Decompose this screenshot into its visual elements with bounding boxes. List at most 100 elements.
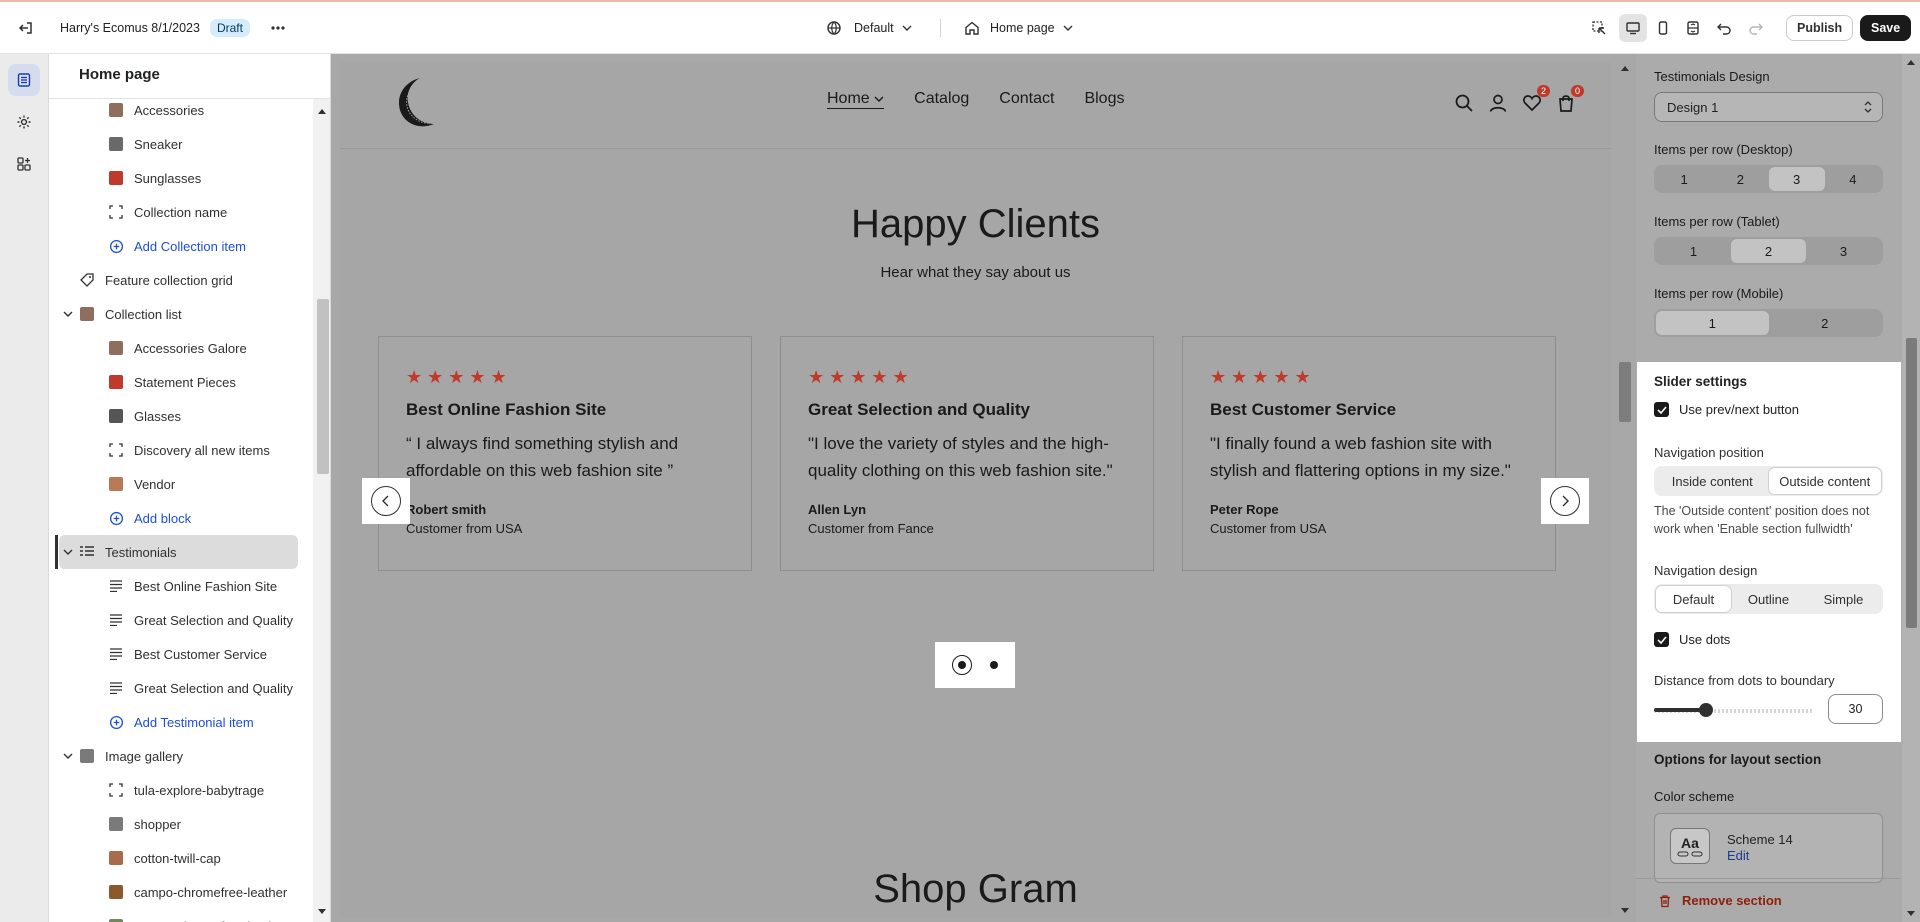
tree-item[interactable]: Accessories Galore [49, 331, 299, 365]
sections-icon[interactable] [8, 64, 40, 96]
apps-icon[interactable] [8, 148, 40, 180]
scroll-down-icon[interactable] [1906, 910, 1916, 918]
checkbox-checked-icon [1654, 632, 1669, 647]
tree-item[interactable]: shopper [49, 807, 299, 841]
color-scheme-picker[interactable]: Aa Scheme 14 Edit [1654, 813, 1883, 883]
use-dots-checkbox[interactable]: Use dots [1654, 632, 1730, 647]
tree-item[interactable]: Accessories [49, 93, 299, 127]
scheme-edit-link[interactable]: Edit [1727, 848, 1749, 863]
save-button[interactable]: Save [1860, 15, 1912, 41]
tree-item[interactable]: campo-chromefree-leather [49, 875, 299, 909]
tree-item[interactable]: Best Online Fashion Site [49, 569, 299, 603]
publish-button[interactable]: Publish [1786, 15, 1854, 41]
settings-gear-icon[interactable] [8, 106, 40, 138]
scrollbar-thumb[interactable] [1906, 338, 1917, 628]
next-slide-button[interactable] [1541, 478, 1589, 524]
tree-item[interactable]: Glasses [49, 399, 299, 433]
tree-item[interactable]: Sneaker [49, 127, 299, 161]
wishlist[interactable]: 2 [1522, 85, 1550, 116]
scroll-down-icon[interactable] [1620, 907, 1630, 915]
tree-item[interactable]: tula-explore-babytrage [49, 773, 299, 807]
prev-slide-button[interactable] [362, 478, 410, 524]
scroll-up-icon[interactable] [1906, 58, 1916, 66]
inspector-icon[interactable] [1585, 14, 1613, 42]
add-testimonial-item-button[interactable]: Add Testimonial item [49, 705, 299, 739]
scroll-down-icon[interactable] [317, 908, 327, 916]
option-default[interactable]: Default [1656, 586, 1731, 612]
tree-item[interactable]: Feature collection grid [49, 263, 299, 297]
settings-scrollbar[interactable] [1902, 54, 1920, 922]
moon-logo-icon[interactable] [390, 74, 446, 132]
tree-item[interactable]: cotton-twill-cap [49, 841, 299, 875]
option-2[interactable]: 2 [1769, 311, 1882, 335]
tree-item[interactable]: Sunglasses [49, 161, 299, 195]
testimonial-card[interactable]: ★★★★★ Great Selection and Quality "I lov… [780, 336, 1154, 571]
tree-item[interactable]: Vendor [49, 467, 299, 501]
testimonial-card[interactable]: ★★★★★ Best Online Fashion Site “ I alway… [378, 336, 752, 571]
option-inside-content[interactable]: Inside content [1656, 468, 1769, 494]
scroll-up-icon[interactable] [1620, 64, 1630, 72]
option-4[interactable]: 4 [1825, 167, 1881, 191]
tree-item[interactable]: Discovery all new items [49, 433, 299, 467]
nav-catalog[interactable]: Catalog [914, 90, 969, 109]
exit-icon[interactable] [12, 14, 40, 42]
option-1[interactable]: 1 [1656, 239, 1731, 263]
tree-item[interactable]: Image gallery [49, 739, 299, 773]
add-collection-item-button[interactable]: Add Collection item [49, 229, 299, 263]
tree-item[interactable]: Best Customer Service [49, 637, 299, 671]
desktop-view-icon[interactable] [1619, 14, 1647, 42]
account-icon[interactable] [1488, 93, 1508, 113]
more-icon[interactable] [264, 14, 292, 42]
option-outline[interactable]: Outline [1731, 586, 1806, 612]
store-preview[interactable]: Home Catalog Contact Blogs 2 0 Happy Cli… [340, 62, 1611, 917]
chevron-down-icon[interactable] [63, 751, 73, 761]
option-1[interactable]: 1 [1656, 311, 1769, 335]
theme-selector[interactable]: Default [826, 2, 912, 54]
tree-item[interactable]: campo-chromefree-leather [49, 909, 299, 922]
tree-item-testimonials[interactable]: Testimonials [59, 535, 298, 569]
tree-item[interactable]: Collection list [49, 297, 299, 331]
nav-contact[interactable]: Contact [999, 90, 1054, 109]
scrollbar-thumb[interactable] [317, 299, 329, 474]
option-2[interactable]: 2 [1731, 239, 1806, 263]
mobile-view-icon[interactable] [1649, 14, 1677, 42]
option-outside-content[interactable]: Outside content [1768, 468, 1881, 494]
tree-item[interactable]: Great Selection and Quality [49, 671, 299, 705]
nav-home[interactable]: Home [827, 90, 885, 109]
nav-blogs[interactable]: Blogs [1084, 90, 1124, 109]
option-simple[interactable]: Simple [1806, 586, 1881, 612]
scroll-up-icon[interactable] [317, 107, 327, 115]
page-selector[interactable]: Home page [964, 2, 1073, 54]
option-2[interactable]: 2 [1712, 167, 1768, 191]
fullscreen-icon[interactable] [1679, 14, 1707, 42]
testimonial-card[interactable]: ★★★★★ Best Customer Service "I finally f… [1182, 336, 1556, 571]
distance-slider-handle[interactable] [1699, 703, 1713, 717]
option-1[interactable]: 1 [1656, 167, 1712, 191]
nav-design-label: Navigation design [1654, 563, 1758, 578]
testimonial-text: "I love the variety of styles and the hi… [808, 434, 1113, 480]
tree-item[interactable]: Great Selection and Quality [49, 603, 299, 637]
option-3[interactable]: 3 [1806, 239, 1881, 263]
use-prev-next-checkbox[interactable]: Use prev/next button [1654, 402, 1799, 417]
option-3[interactable]: 3 [1768, 167, 1825, 191]
tree-item-label: Vendor [134, 476, 176, 492]
chevron-down-icon[interactable] [63, 547, 73, 557]
preview-canvas: Home Catalog Contact Blogs 2 0 Happy Cli… [331, 54, 1636, 922]
tree-item[interactable]: Statement Pieces [49, 365, 299, 399]
remove-section-button[interactable]: Remove section [1636, 878, 1900, 922]
scrollbar-thumb[interactable] [1619, 362, 1631, 422]
cart[interactable]: 0 [1556, 85, 1584, 116]
testimonials-design-select[interactable]: Design 1 [1654, 92, 1883, 122]
store-nav: Home Catalog Contact Blogs [827, 90, 1124, 109]
distance-input[interactable]: 30 [1828, 694, 1883, 724]
dot-active[interactable] [952, 655, 972, 675]
dot[interactable] [990, 661, 998, 669]
undo-icon[interactable] [1710, 14, 1738, 42]
redo-icon[interactable] [1742, 14, 1770, 42]
search-icon[interactable] [1454, 93, 1474, 113]
panel-scrollbar[interactable] [313, 99, 330, 922]
canvas-scrollbar[interactable] [1616, 62, 1634, 917]
tree-item[interactable]: Collection name [49, 195, 299, 229]
add-block-button[interactable]: Add block [49, 501, 299, 535]
chevron-down-icon[interactable] [63, 309, 73, 319]
